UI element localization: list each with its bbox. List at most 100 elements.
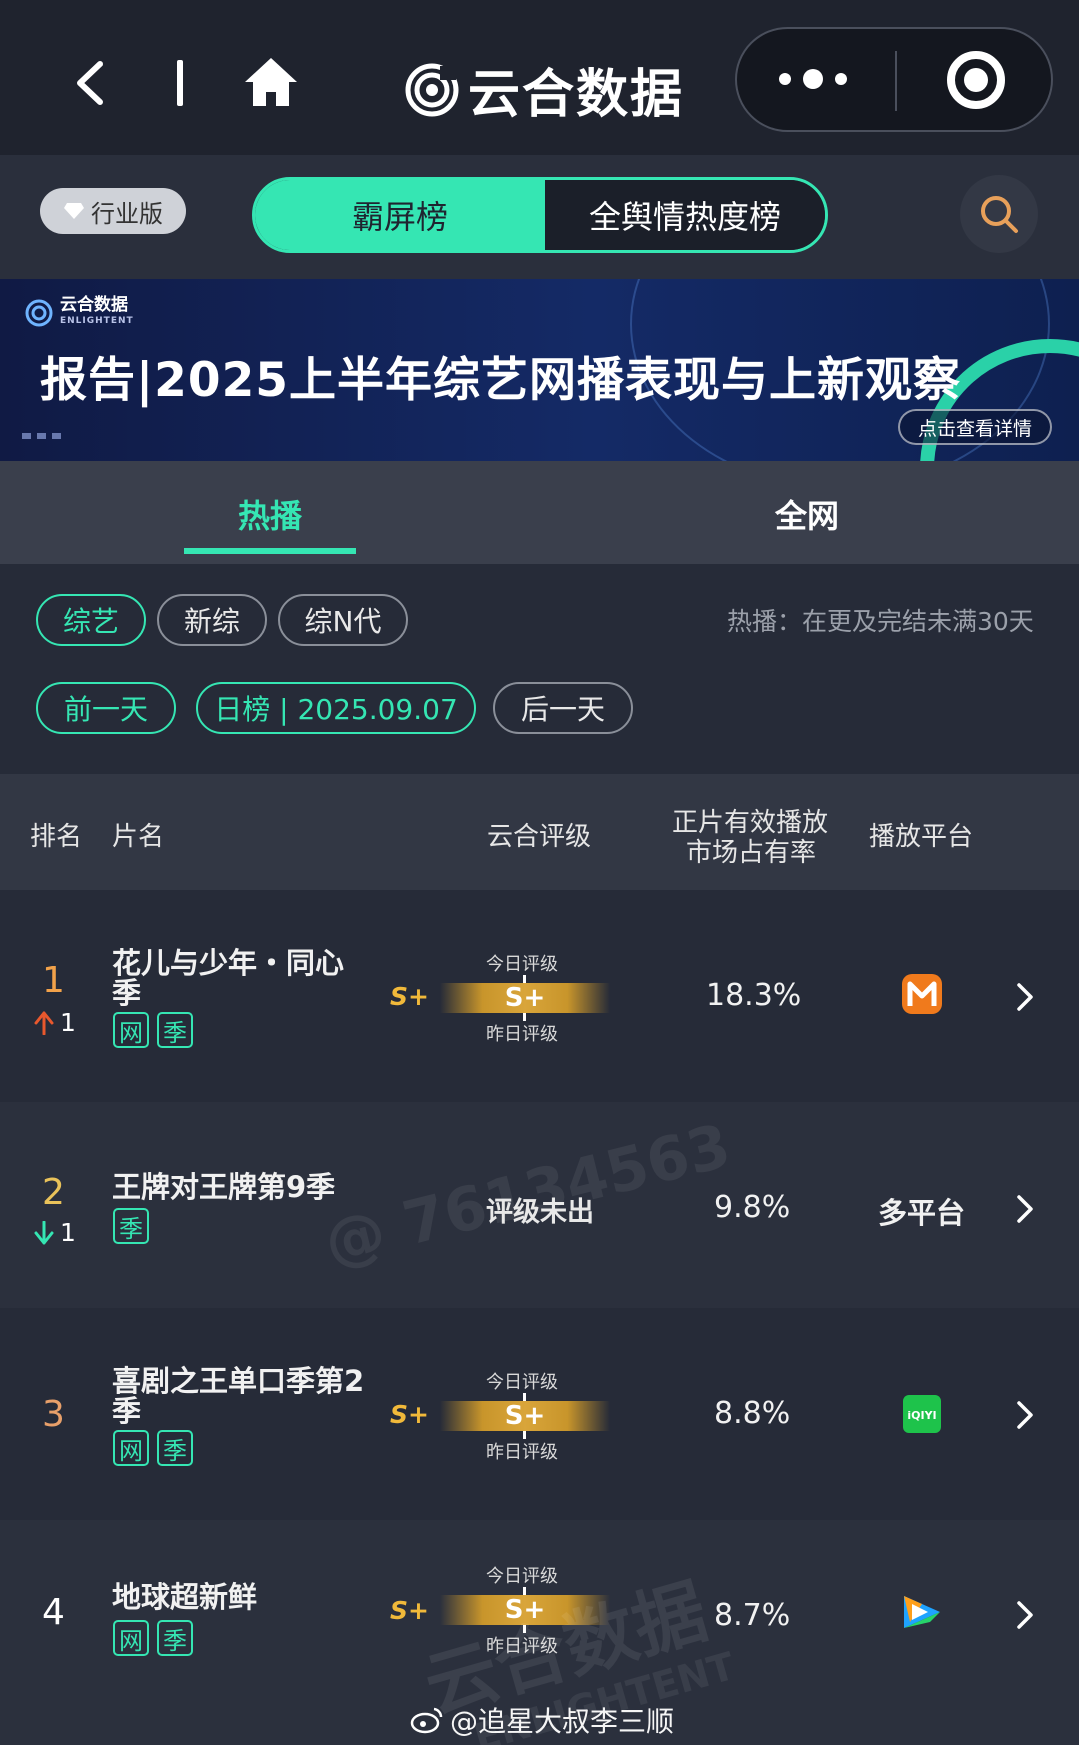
show-tags: 网 季 — [113, 1620, 193, 1656]
show-title: 王牌对王牌第9季 — [112, 1170, 336, 1204]
grade-value: S+ — [504, 983, 546, 1013]
next-day-button[interactable]: 后一天 — [493, 682, 633, 734]
back-arrow-icon[interactable] — [70, 58, 110, 108]
show-title: 花儿与少年・同心季 — [112, 946, 345, 1010]
banner-logo-text: 云合数据 — [60, 295, 128, 315]
grade-label: S+ — [390, 1596, 429, 1625]
more-dots-icon[interactable] — [779, 59, 879, 99]
grade-label: S+ — [390, 982, 429, 1011]
show-title: 地球超新鲜 — [112, 1580, 258, 1614]
filter-panel — [0, 564, 1079, 774]
yesterday-grade-label: 昨日评级 — [486, 1024, 558, 1045]
tag-web: 网 — [113, 1620, 149, 1656]
grade-label: S+ — [390, 1400, 429, 1429]
rank-number: 1 — [42, 960, 65, 1001]
app-root: 云合数据 行业版 霸屏榜 全舆情热度榜 云合数据 ENLIGHTENT 报告|20… — [0, 0, 1079, 1745]
rank-change-value: 1 — [60, 1218, 76, 1247]
col-title: 片名 — [112, 822, 165, 852]
table-header: 排名 片名 云合评级 正片有效播放 市场占有率 播放平台 — [0, 774, 1079, 890]
tab-hot-airing[interactable]: 热播 — [238, 491, 302, 537]
table-row[interactable]: 1 1 花儿与少年・同心季 网 季 S+ 今日评级 S+ 昨日评级 18.3% — [0, 890, 1079, 1102]
grade-tick — [523, 975, 526, 983]
banner-detail-button[interactable]: 点击查看详情 — [898, 409, 1052, 445]
yesterday-grade-label: 昨日评级 — [486, 1636, 558, 1657]
active-tab-underline — [184, 548, 356, 554]
diamond-icon — [64, 203, 84, 219]
tag-web: 网 — [113, 1430, 149, 1466]
search-button[interactable] — [960, 175, 1038, 253]
tab-bapingbang[interactable]: 霸屏榜 — [255, 180, 545, 250]
tag-season: 季 — [157, 1012, 193, 1048]
brand-logo-icon — [405, 63, 459, 116]
tag-web: 网 — [113, 1012, 149, 1048]
tag-season: 季 — [157, 1620, 193, 1656]
show-tags: 网 季 — [113, 1012, 193, 1048]
grade-tick — [523, 1393, 526, 1401]
credit-text: @追星大叔李三顺 — [450, 1705, 675, 1738]
tab-hotness-board[interactable]: 全舆情热度榜 — [545, 180, 825, 250]
grade-tick — [523, 1587, 526, 1595]
top-bar: 云合数据 — [0, 0, 1079, 155]
miniprogram-capsule — [735, 27, 1053, 132]
today-grade-label: 今日评级 — [486, 1372, 558, 1393]
grade-compare: 今日评级 S+ 昨日评级 — [440, 1562, 610, 1662]
arrow-up-icon — [34, 1011, 54, 1035]
iqiyi-label: iQIYI — [907, 1409, 936, 1422]
capsule-divider — [895, 51, 897, 111]
market-share: 8.7% — [714, 1598, 791, 1633]
tab-all-network[interactable]: 全网 — [775, 491, 839, 537]
col-platform: 播放平台 — [869, 822, 974, 852]
market-share: 8.8% — [714, 1396, 791, 1431]
show-tags: 网 季 — [113, 1430, 193, 1466]
app-brand: 云合数据 — [404, 52, 684, 127]
rank-change: 1 — [34, 1008, 76, 1037]
rank-change: 1 — [34, 1218, 76, 1247]
filter-note: 热播：在更及完结未满30天 — [727, 607, 1034, 636]
chevron-right-icon[interactable] — [1016, 1194, 1034, 1224]
tencent-video-icon — [904, 1596, 940, 1628]
banner-pager — [22, 433, 61, 439]
chevron-right-icon[interactable] — [1016, 1600, 1034, 1630]
col-share-line2: 市场占有率 — [686, 838, 817, 868]
edition-badge[interactable]: 行业版 — [40, 188, 186, 234]
source-credit: @追星大叔李三顺 — [410, 1700, 674, 1740]
grade-value: S+ — [504, 1595, 546, 1625]
chevron-right-icon[interactable] — [1016, 1400, 1034, 1430]
grade-compare: 今日评级 S+ 昨日评级 — [440, 1368, 610, 1468]
rank-number: 4 — [42, 1592, 65, 1633]
show-tags: 季 — [113, 1208, 149, 1244]
date-selector[interactable]: 日榜 | 2025.09.07 — [196, 682, 476, 734]
show-title: 喜剧之王单口季第2季 — [112, 1364, 365, 1428]
chip-new-variety[interactable]: 新综 — [157, 594, 267, 646]
col-rating: 云合评级 — [487, 822, 592, 852]
rank-change-value: 1 — [60, 1008, 76, 1037]
chip-variety[interactable]: 综艺 — [36, 594, 146, 646]
home-icon[interactable] — [243, 56, 299, 108]
mango-tv-icon — [902, 974, 942, 1014]
iqiyi-icon: iQIYI — [903, 1395, 941, 1433]
search-icon — [981, 196, 1018, 233]
brand-logo-icon — [25, 299, 53, 327]
app-title: 云合数据 — [468, 65, 685, 125]
today-grade-label: 今日评级 — [486, 954, 558, 975]
multi-platform-label: 多平台 — [878, 1196, 966, 1230]
divider — [177, 60, 183, 106]
chip-sequel-variety[interactable]: 综N代 — [278, 594, 408, 646]
edition-label: 行业版 — [91, 199, 163, 228]
banner-headline: 报告|2025上半年综艺网播表现与上新观察 — [40, 353, 961, 408]
board-switch: 霸屏榜 全舆情热度榜 — [252, 177, 828, 253]
market-share: 18.3% — [706, 978, 802, 1013]
table-row[interactable]: 3 喜剧之王单口季第2季 网 季 S+ 今日评级 S+ 昨日评级 8.8% iQ… — [0, 1308, 1079, 1520]
grade-value: S+ — [504, 1401, 546, 1431]
rating-pending: 评级未出 — [486, 1197, 594, 1228]
target-icon[interactable] — [947, 51, 1005, 109]
report-banner[interactable]: 云合数据 ENLIGHTENT 报告|2025上半年综艺网播表现与上新观察 点击查… — [0, 279, 1079, 461]
weibo-icon — [410, 1707, 443, 1734]
grade-compare: 今日评级 S+ 昨日评级 — [440, 950, 610, 1050]
tag-season: 季 — [157, 1430, 193, 1466]
market-share: 9.8% — [714, 1190, 791, 1225]
prev-day-button[interactable]: 前一天 — [36, 682, 176, 734]
chevron-right-icon[interactable] — [1016, 982, 1034, 1012]
banner-logo: 云合数据 ENLIGHTENT — [24, 297, 134, 329]
table-row[interactable]: 2 1 王牌对王牌第9季 季 评级未出 9.8% 多平台 — [0, 1102, 1079, 1308]
